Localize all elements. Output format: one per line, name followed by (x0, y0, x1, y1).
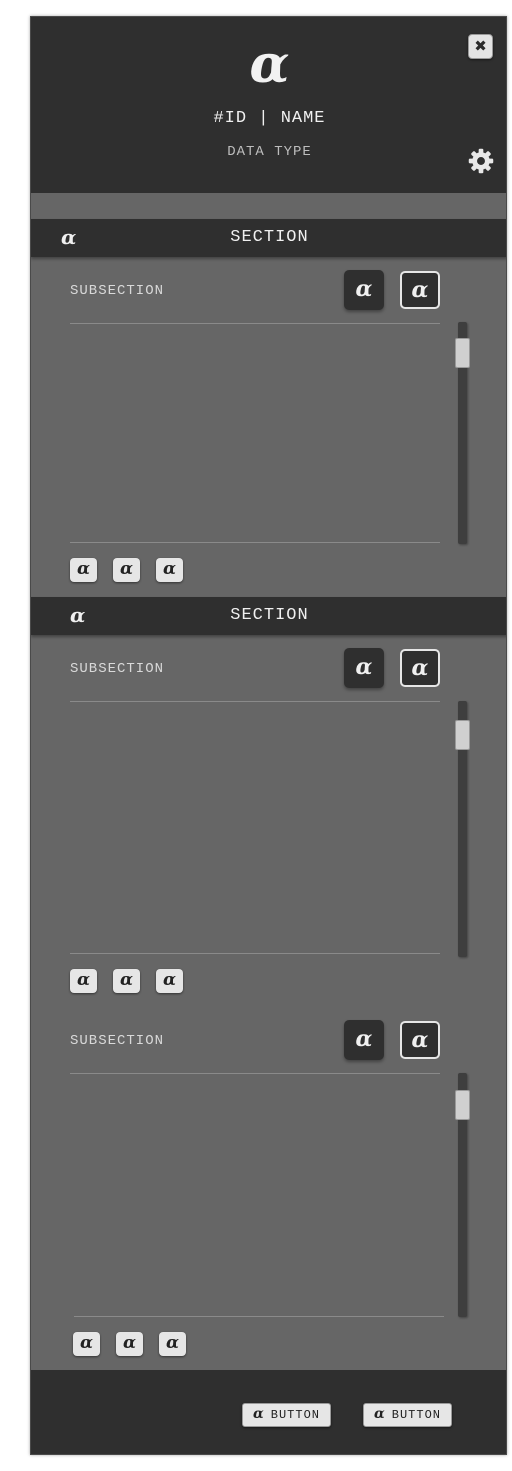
inspector-panel: α #ID | NAME DATA TYPE ✖ α SECTION SUBSE… (30, 16, 507, 1455)
alpha-icon: α (374, 1406, 386, 1422)
divider (70, 542, 440, 543)
subsection-toggle-button[interactable]: α (400, 271, 440, 309)
alpha-icon: α (355, 276, 373, 302)
subsection-label: SUBSECTION (70, 661, 165, 677)
alpha-logo-icon: α (249, 34, 290, 95)
tool-button[interactable]: α (156, 558, 183, 582)
section-title: SECTION (230, 228, 309, 247)
tool-button[interactable]: α (70, 558, 97, 582)
page-title: #ID | NAME (213, 109, 326, 128)
footer-button-2[interactable]: α BUTTON (363, 1403, 452, 1427)
divider (70, 953, 440, 954)
button-label: BUTTON (270, 1408, 320, 1422)
tool-button[interactable]: α (73, 1332, 100, 1356)
alpha-icon: α (411, 277, 429, 303)
scrollbar-thumb[interactable] (455, 338, 470, 368)
divider (70, 701, 440, 702)
subsection-content-area[interactable] (70, 325, 440, 541)
close-button[interactable]: ✖ (468, 34, 493, 59)
subsection-action-button[interactable]: α (344, 1020, 384, 1060)
alpha-icon: α (119, 559, 134, 579)
scrollbar-thumb[interactable] (455, 1090, 470, 1120)
divider (74, 1316, 444, 1317)
alpha-icon: α (355, 1026, 373, 1052)
tool-button[interactable]: α (159, 1332, 186, 1356)
scrollbar-thumb[interactable] (455, 720, 470, 750)
tool-button[interactable]: α (113, 969, 140, 993)
alpha-icon: α (79, 1333, 94, 1353)
alpha-icon: α (411, 655, 429, 681)
alpha-icon: α (76, 559, 91, 579)
subsection-toggle-button[interactable]: α (400, 649, 440, 687)
alpha-icon: α (162, 970, 177, 990)
alpha-icon: α (165, 1333, 180, 1353)
subsection-label: SUBSECTION (70, 1033, 165, 1049)
divider (70, 323, 440, 324)
tool-button[interactable]: α (156, 969, 183, 993)
alpha-icon: α (76, 970, 91, 990)
section-header[interactable]: α SECTION (31, 597, 506, 635)
subsection-content-area[interactable] (70, 703, 440, 951)
alpha-icon: α (119, 970, 134, 990)
section-header[interactable]: α SECTION (31, 219, 506, 257)
subsection-action-button[interactable]: α (344, 648, 384, 688)
panel-footer: α BUTTON α BUTTON (31, 1370, 506, 1454)
alpha-icon: α (253, 1406, 265, 1422)
alpha-icon: α (122, 1333, 137, 1353)
tool-button[interactable]: α (116, 1332, 143, 1356)
alpha-icon: α (355, 654, 373, 680)
subsection-action-button[interactable]: α (344, 270, 384, 310)
gear-icon[interactable] (467, 147, 495, 175)
data-type-label: DATA TYPE (227, 144, 312, 160)
alpha-icon: α (162, 559, 177, 579)
subsection-toggle-button[interactable]: α (400, 1021, 440, 1059)
footer-button-1[interactable]: α BUTTON (242, 1403, 331, 1427)
section-title: SECTION (230, 606, 309, 625)
subsection-content-area[interactable] (70, 1075, 440, 1315)
close-icon: ✖ (474, 37, 487, 55)
subsection-label: SUBSECTION (70, 283, 165, 299)
panel-header: α #ID | NAME DATA TYPE ✖ (31, 17, 506, 193)
tool-button[interactable]: α (70, 969, 97, 993)
alpha-icon: α (411, 1027, 429, 1053)
divider (70, 1073, 440, 1074)
tool-button[interactable]: α (113, 558, 140, 582)
button-label: BUTTON (391, 1408, 441, 1422)
